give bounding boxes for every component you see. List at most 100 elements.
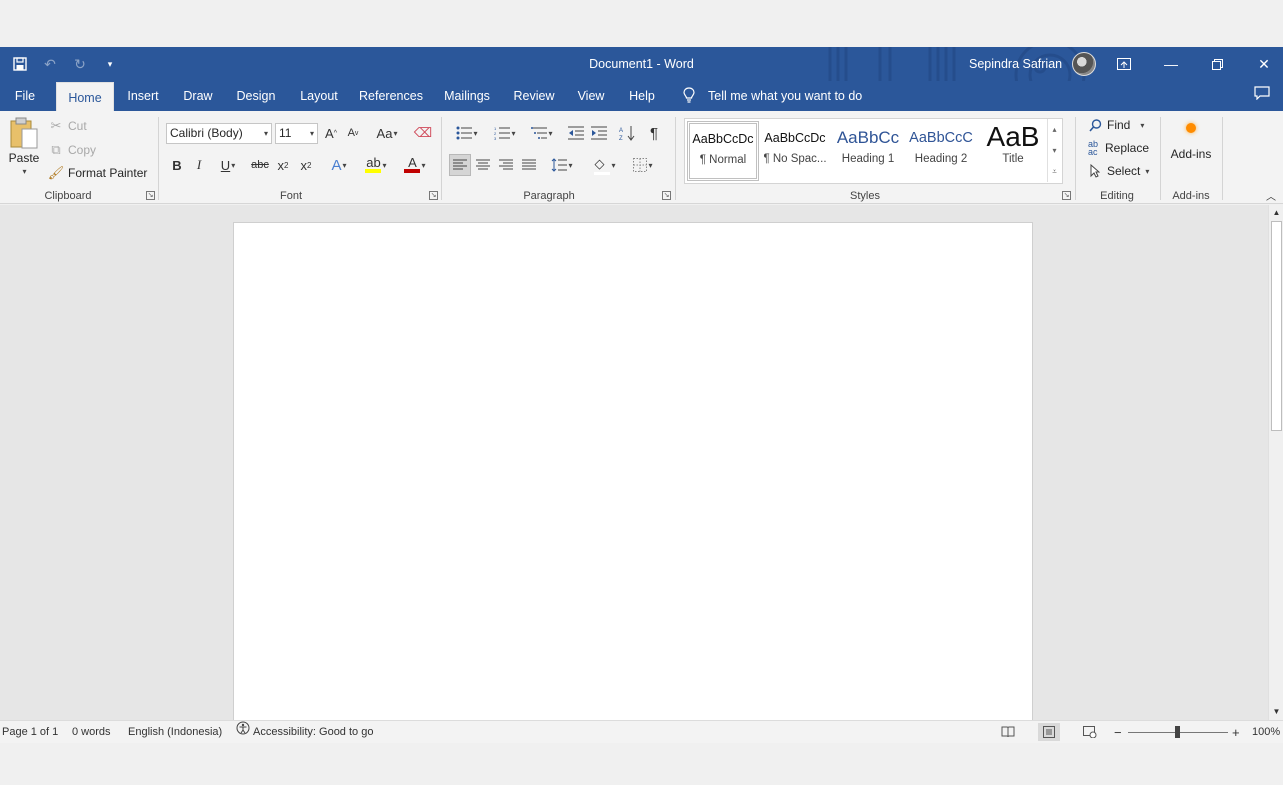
read-mode-icon[interactable] bbox=[997, 723, 1019, 741]
bullets-icon bbox=[456, 126, 473, 140]
bold-button[interactable]: B bbox=[166, 154, 188, 176]
close-icon[interactable]: ✕ bbox=[1241, 47, 1283, 81]
tab-draw[interactable]: Draw bbox=[178, 81, 218, 111]
clipboard-launcher-icon[interactable]: ↘ bbox=[146, 191, 155, 200]
collapse-ribbon-icon[interactable]: ︿ bbox=[1263, 187, 1279, 203]
tab-help[interactable]: Help bbox=[623, 81, 661, 111]
sort-button[interactable]: AZ bbox=[616, 122, 638, 144]
accessibility-status[interactable]: Accessibility: Good to go bbox=[236, 721, 373, 744]
text-effects-button[interactable]: A ▾ bbox=[324, 154, 354, 176]
user-name: Sepindra Safrian bbox=[969, 57, 1063, 71]
font-color-icon: A bbox=[404, 156, 421, 173]
cut-button[interactable]: ✂ Cut bbox=[48, 118, 87, 134]
zoom-out-button[interactable]: − bbox=[1114, 721, 1122, 744]
vertical-scrollbar[interactable]: ▲ ▼ bbox=[1268, 205, 1283, 720]
style-title[interactable]: AaB Title bbox=[977, 121, 1049, 181]
decrease-indent-button[interactable] bbox=[565, 122, 587, 144]
paragraph-launcher-icon[interactable]: ↘ bbox=[662, 191, 671, 200]
underline-button[interactable]: U ▾ bbox=[211, 154, 245, 176]
tell-me-search[interactable]: Tell me what you want to do bbox=[682, 81, 862, 111]
style-heading-2[interactable]: AaBbCcC Heading 2 bbox=[905, 121, 977, 181]
show-formatting-button[interactable]: ¶ bbox=[643, 122, 665, 144]
find-button[interactable]: Find ▾ bbox=[1087, 117, 1144, 133]
save-icon[interactable] bbox=[8, 52, 32, 76]
highlight-button[interactable]: ab ▾ bbox=[359, 154, 393, 176]
restore-icon[interactable] bbox=[1194, 47, 1240, 81]
tab-insert[interactable]: Insert bbox=[121, 81, 165, 111]
page-count[interactable]: Page 1 of 1 bbox=[2, 721, 58, 744]
copy-button[interactable]: ⧉ Copy bbox=[48, 142, 96, 158]
numbering-button[interactable]: 123 ▾ bbox=[488, 122, 522, 144]
styles-scroll-down-icon[interactable]: ▾ bbox=[1047, 140, 1061, 161]
zoom-slider-thumb[interactable] bbox=[1175, 726, 1180, 738]
replace-button[interactable]: ab ac Replace bbox=[1085, 140, 1149, 157]
language-status[interactable]: English (Indonesia) bbox=[128, 721, 222, 744]
word-count[interactable]: 0 words bbox=[72, 721, 111, 744]
styles-more-icon[interactable]: ⩡ bbox=[1047, 161, 1061, 182]
separator bbox=[158, 117, 159, 200]
style-heading-1[interactable]: AaBbCc Heading 1 bbox=[832, 121, 904, 181]
paste-button[interactable]: Paste ▾ bbox=[8, 117, 40, 176]
comments-icon[interactable] bbox=[1254, 86, 1274, 106]
line-spacing-button[interactable]: ▾ bbox=[546, 154, 578, 176]
subscript-button[interactable]: x2 bbox=[272, 154, 294, 176]
cut-label: Cut bbox=[68, 119, 87, 133]
font-family-select[interactable]: Calibri (Body) ▾ bbox=[166, 123, 272, 144]
document-canvas bbox=[0, 205, 1268, 732]
style-no-spacing[interactable]: AaBbCcDc ¶ No Spac... bbox=[759, 121, 831, 181]
font-launcher-icon[interactable]: ↘ bbox=[429, 191, 438, 200]
avatar[interactable] bbox=[1072, 52, 1097, 76]
tab-home[interactable]: Home bbox=[56, 82, 114, 111]
borders-button[interactable]: ▾ bbox=[626, 154, 660, 176]
font-size-select[interactable]: 11 ▾ bbox=[275, 123, 318, 144]
clear-formatting-button[interactable]: ⌫ bbox=[412, 122, 434, 144]
bullets-button[interactable]: ▾ bbox=[449, 122, 485, 144]
justify-button[interactable] bbox=[518, 154, 540, 176]
italic-button[interactable]: I bbox=[188, 154, 210, 176]
redo-icon[interactable]: ↻ bbox=[68, 52, 92, 76]
tab-layout[interactable]: Layout bbox=[294, 81, 344, 111]
change-case-button[interactable]: Aa ▾ bbox=[372, 122, 402, 144]
tab-design[interactable]: Design bbox=[231, 81, 281, 111]
format-painter-button[interactable]: 🖌 Format Painter bbox=[48, 165, 148, 181]
multilevel-list-button[interactable]: ▾ bbox=[526, 122, 558, 144]
align-right-button[interactable] bbox=[495, 154, 517, 176]
web-layout-icon[interactable] bbox=[1079, 723, 1101, 741]
tab-view[interactable]: View bbox=[573, 81, 609, 111]
style-normal[interactable]: AaBbCcDc ¶ Normal bbox=[687, 121, 759, 181]
add-ins-group-label: Add-ins bbox=[1172, 190, 1210, 202]
align-center-button[interactable] bbox=[472, 154, 494, 176]
scroll-up-icon[interactable]: ▲ bbox=[1269, 206, 1283, 220]
add-ins-button[interactable]: Add-ins bbox=[1168, 123, 1214, 161]
shading-button[interactable]: ◇ ▾ bbox=[588, 154, 622, 176]
increase-indent-button[interactable] bbox=[588, 122, 610, 144]
title-bar: ↶ ↻ ▾ Document1 - Word Sepindra Safrian … bbox=[0, 47, 1283, 81]
document-page[interactable] bbox=[233, 222, 1033, 732]
paint-bucket-icon: ◇ bbox=[594, 156, 611, 175]
scroll-down-icon[interactable]: ▼ bbox=[1269, 705, 1283, 719]
print-layout-icon[interactable] bbox=[1038, 723, 1060, 741]
select-button[interactable]: Select ▾ bbox=[1087, 163, 1149, 179]
ribbon-display-options-icon[interactable] bbox=[1101, 47, 1147, 81]
scrollbar-thumb[interactable] bbox=[1271, 221, 1282, 431]
minimize-icon[interactable]: — bbox=[1148, 47, 1194, 81]
superscript-button[interactable]: x2 bbox=[295, 154, 317, 176]
align-left-button[interactable] bbox=[449, 154, 471, 176]
tab-mailings[interactable]: Mailings bbox=[439, 81, 495, 111]
svg-text:Z: Z bbox=[619, 136, 623, 141]
tab-references[interactable]: References bbox=[356, 81, 426, 111]
font-color-button[interactable]: A ▾ bbox=[398, 154, 432, 176]
tab-review[interactable]: Review bbox=[509, 81, 559, 111]
user-account[interactable]: Sepindra Safrian bbox=[969, 47, 1097, 81]
zoom-level[interactable]: 100% bbox=[1252, 721, 1280, 744]
styles-scroll-up-icon[interactable]: ▴ bbox=[1047, 119, 1061, 140]
undo-icon[interactable]: ↶ bbox=[38, 52, 62, 76]
zoom-in-button[interactable]: + bbox=[1232, 721, 1240, 744]
strikethrough-button[interactable]: abc bbox=[249, 154, 271, 176]
shrink-font-button[interactable]: Av bbox=[342, 122, 364, 144]
grow-font-button[interactable]: A ^ bbox=[320, 122, 342, 144]
customize-qat-icon[interactable]: ▾ bbox=[98, 52, 122, 76]
tab-file[interactable]: File bbox=[6, 81, 44, 111]
justify-icon bbox=[522, 159, 536, 170]
styles-launcher-icon[interactable]: ↘ bbox=[1062, 191, 1071, 200]
